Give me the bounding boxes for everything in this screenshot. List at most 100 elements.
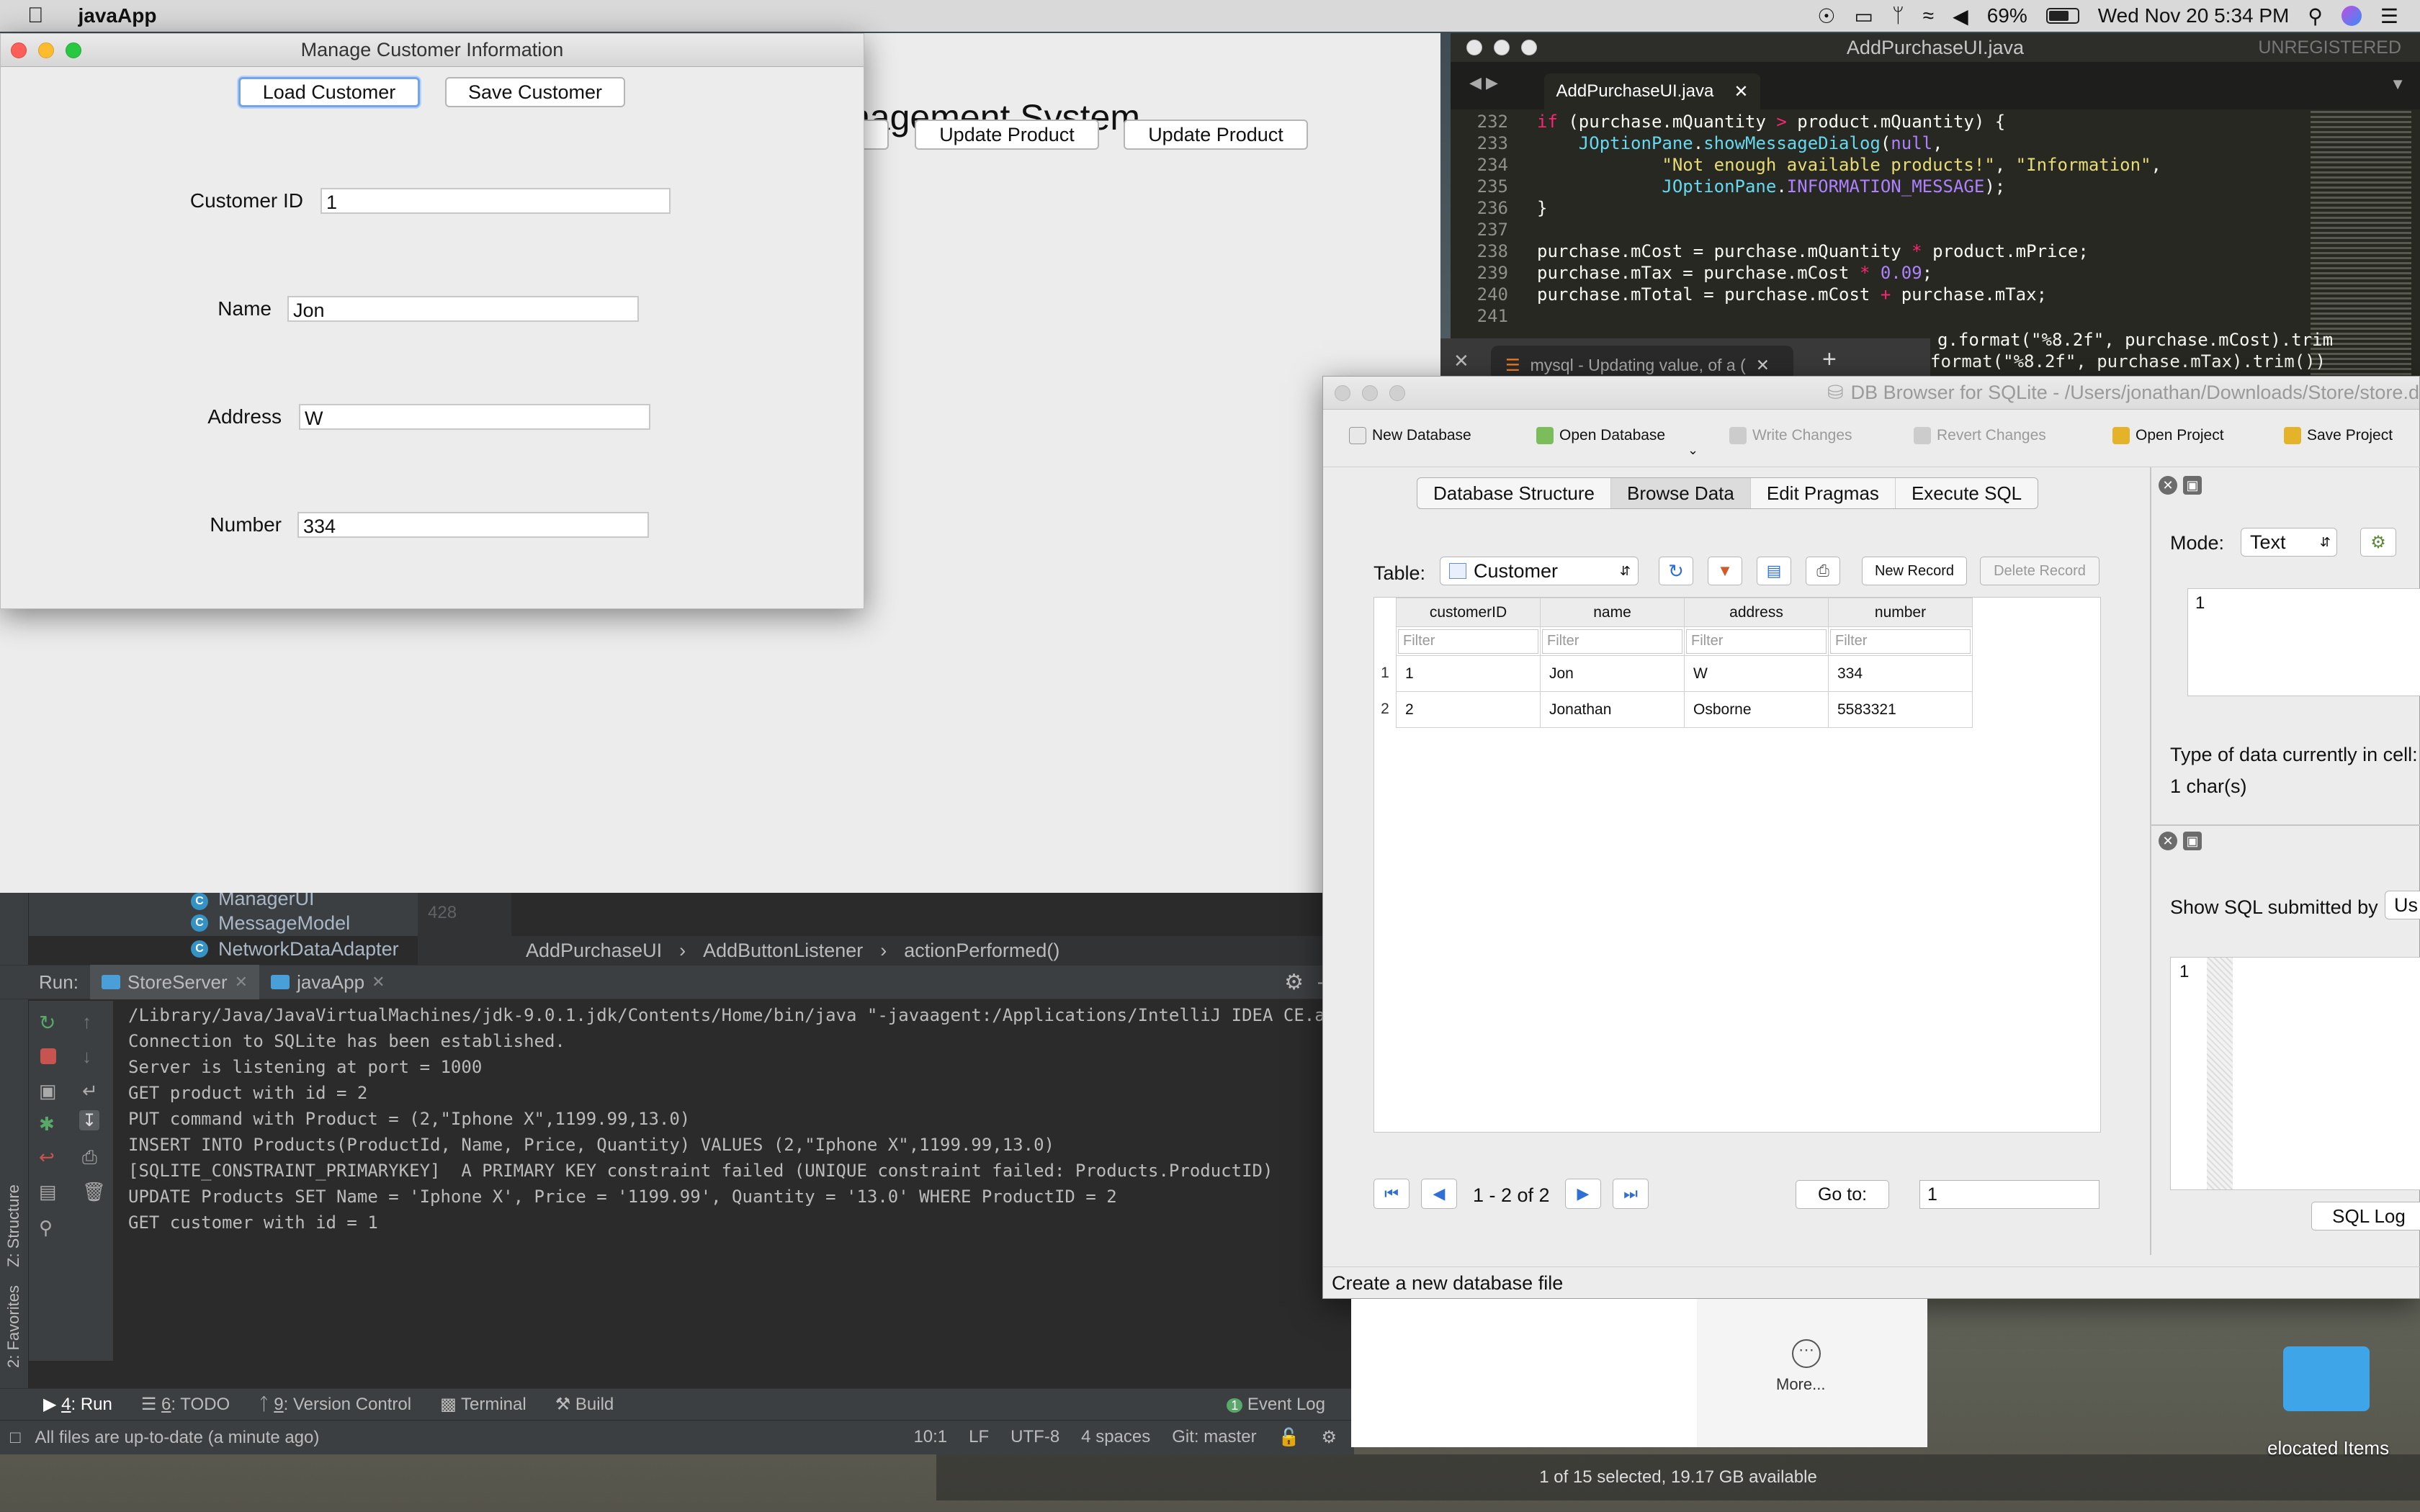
open-database-button[interactable]: Open Database <box>1536 427 1665 444</box>
code-editor[interactable]: if (purchase.mQuantity > product.mQuanti… <box>1537 111 2161 305</box>
table-row[interactable]: 2 Jonathan Osborne 5583321 <box>1396 691 1973 728</box>
breadcrumb-item[interactable]: actionPerformed() <box>904 940 1059 962</box>
event-log-button[interactable]: 1 Event Log <box>1227 1395 1325 1415</box>
table-select[interactable]: Customer ⇵ <box>1440 557 1639 585</box>
chevron-down-icon[interactable]: ▼ <box>2390 75 2406 94</box>
tree-item[interactable]: C ManagerUI <box>29 893 418 910</box>
tree-item[interactable]: C MessageModel <box>29 910 418 936</box>
exit-icon[interactable]: ↩ <box>39 1146 59 1168</box>
run-tab-javaapp[interactable]: javaApp ✕ <box>259 965 396 999</box>
delete-record-button[interactable]: Delete Record <box>1980 557 2099 585</box>
scroll-to-end-icon[interactable]: ↧ <box>79 1110 99 1130</box>
minimize-button[interactable] <box>1362 384 1378 401</box>
wifi-icon[interactable]: ≈ <box>1923 4 1934 27</box>
next-page-icon[interactable]: ▶ <box>1565 1179 1601 1209</box>
run-tab-storeserver[interactable]: StoreServer ✕ <box>89 965 260 999</box>
refresh-icon[interactable]: ↻ <box>1659 557 1693 585</box>
clear-filters-icon[interactable]: ▼ <box>1708 557 1742 585</box>
table-cell[interactable]: Jon <box>1540 655 1685 692</box>
favorites-tab[interactable]: 2: Favorites <box>4 1285 23 1368</box>
breadcrumb-item[interactable]: AddButtonListener <box>703 940 863 962</box>
write-changes-button[interactable]: Write Changes <box>1729 427 1852 444</box>
table-cell[interactable]: Osborne <box>1684 691 1829 728</box>
editor-tab[interactable]: AddPurchaseUI.java ✕ <box>1544 73 1760 109</box>
table-cell[interactable]: 2 <box>1396 691 1541 728</box>
column-header[interactable]: number <box>1828 598 1973 627</box>
mode-select[interactable]: Text ⇵ <box>2241 528 2337 557</box>
bluetooth-icon[interactable]: ᛘ <box>1892 4 1904 27</box>
sql-log-tab[interactable]: SQL Log <box>2311 1202 2420 1230</box>
up-arrow-icon[interactable]: ↑ <box>82 1011 102 1032</box>
goto-input[interactable]: 1 <box>1919 1180 2099 1209</box>
print-icon[interactable]: ⎙ <box>82 1146 102 1168</box>
airplay-icon[interactable]: ▭ <box>1855 4 1873 28</box>
siri-icon[interactable] <box>2341 6 2362 26</box>
git-branch[interactable]: Git: master <box>1172 1427 1256 1448</box>
battery-icon[interactable] <box>2045 8 2079 24</box>
float-icon[interactable]: ▣ <box>2183 476 2202 495</box>
clock[interactable]: Wed Nov 20 5:34 PM <box>2098 4 2290 27</box>
tab-edit-pragmas[interactable]: Edit Pragmas <box>1751 478 1896 508</box>
prev-page-icon[interactable]: ◀ <box>1421 1179 1457 1209</box>
table-cell[interactable]: Jonathan <box>1540 691 1685 728</box>
settings-icon[interactable]: ⚙ <box>2360 528 2396 557</box>
customer-id-field[interactable]: 1 <box>321 188 671 214</box>
save-table-icon[interactable]: ▤ <box>1757 557 1791 585</box>
table-row[interactable]: 1 Jon W 334 <box>1396 655 1973 692</box>
tool-tab-vcs[interactable]: ᛏ 9: Version Control <box>259 1395 411 1415</box>
creative-cloud-icon[interactable]: ☉ <box>1817 4 1835 28</box>
console-output[interactable]: /Library/Java/JavaVirtualMachines/jdk-9.… <box>128 1001 1366 1361</box>
sql-source-select[interactable]: Us <box>2385 891 2420 919</box>
new-record-button[interactable]: New Record <box>1862 557 1967 585</box>
encoding[interactable]: UTF-8 <box>1010 1427 1059 1448</box>
zoom-button[interactable] <box>1389 384 1405 401</box>
breadcrumb-item[interactable]: AddPurchaseUI <box>526 940 662 962</box>
cell-editor[interactable]: 1 <box>2187 588 2420 696</box>
apple-icon[interactable]:  <box>27 4 44 28</box>
tool-tab-todo[interactable]: ☰ 6: TODO <box>141 1394 230 1415</box>
structure-tab[interactable]: Z: Structure <box>4 1184 23 1267</box>
tool-tab-build[interactable]: ⚒ Build <box>555 1394 614 1415</box>
close-icon[interactable]: ✕ <box>1453 350 1469 372</box>
new-database-button[interactable]: New Database <box>1349 427 1471 444</box>
filter-input[interactable]: Filter <box>1686 629 1827 654</box>
pin-icon[interactable]: ⚲ <box>39 1217 59 1238</box>
first-page-icon[interactable]: ⏮ <box>1373 1179 1410 1209</box>
minimize-button[interactable] <box>1494 40 1510 55</box>
table-cell[interactable]: W <box>1684 655 1829 692</box>
close-icon[interactable]: ✕ <box>2159 476 2177 495</box>
tab-browse-data[interactable]: Browse Data <box>1611 478 1751 508</box>
table-cell[interactable]: 334 <box>1828 655 1973 692</box>
address-field[interactable]: W <box>299 404 650 430</box>
chevron-down-icon[interactable]: ⌄ <box>1688 443 1698 458</box>
indent[interactable]: 4 spaces <box>1081 1427 1150 1448</box>
filter-input[interactable]: Filter <box>1542 629 1682 654</box>
sql-log-editor[interactable]: 1 <box>2170 957 2420 1190</box>
name-field[interactable]: Jon <box>287 296 639 322</box>
more-icon[interactable]: ⋯ <box>1792 1339 1821 1368</box>
camera-icon[interactable]: ▣ <box>39 1080 59 1102</box>
close-icon[interactable]: ✕ <box>372 973 385 991</box>
down-arrow-icon[interactable]: ↓ <box>82 1045 102 1067</box>
close-button[interactable] <box>1335 384 1350 401</box>
save-project-button[interactable]: Save Project <box>2284 427 2393 444</box>
notification-center-icon[interactable]: ☰ <box>2380 4 2398 28</box>
layout-icon[interactable]: ▤ <box>39 1181 59 1202</box>
spotlight-icon[interactable]: ⚲ <box>2308 4 2323 28</box>
close-icon[interactable]: ✕ <box>1756 356 1770 375</box>
rerun-icon[interactable]: ↻ <box>39 1011 59 1034</box>
close-button[interactable] <box>1466 40 1482 55</box>
volume-icon[interactable]: ◀ <box>1953 4 1968 28</box>
battery-percent[interactable]: 69% <box>1987 4 2027 27</box>
tree-item[interactable]: C NetworkDataAdapter <box>29 936 418 962</box>
debug-icon[interactable]: ✱ <box>39 1113 59 1135</box>
tool-tab-terminal[interactable]: ▩ Terminal <box>440 1394 526 1415</box>
filter-input[interactable]: Filter <box>1398 629 1538 654</box>
close-button[interactable] <box>11 42 27 58</box>
close-icon[interactable]: ✕ <box>235 973 248 991</box>
caret-position[interactable]: 10:1 <box>913 1427 947 1448</box>
trash-icon[interactable]: 🗑 <box>82 1181 106 1202</box>
tab-database-structure[interactable]: Database Structure <box>1417 478 1612 508</box>
more-label[interactable]: More... <box>1776 1375 1825 1394</box>
zoom-button[interactable] <box>66 42 81 58</box>
